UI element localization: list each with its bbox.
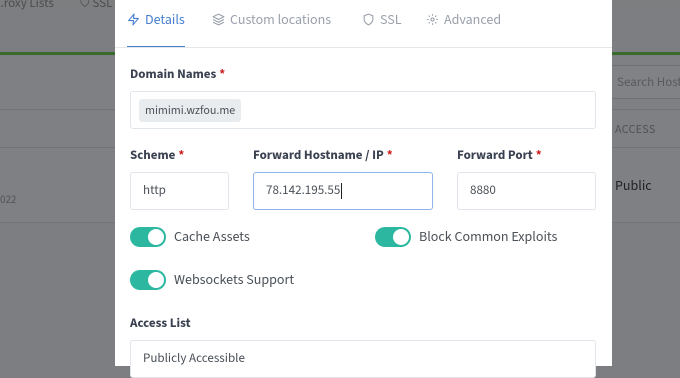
forward-port-label: Forward Port * [457,147,542,165]
domain-names-input[interactable]: mimimi.wzfou.me [130,91,596,129]
websockets-label: Websockets Support [174,270,295,290]
bg-nav-ssl: ⛉ SSL [80,0,112,13]
block-exploits-switch[interactable] [375,227,411,247]
background-access-header: ACCESS [615,121,656,138]
forward-hostname-input[interactable]: 78.142.195.55 [253,172,433,210]
forward-port-input[interactable]: 8880 [457,172,596,210]
domain-names-label: Domain Names * [130,66,226,84]
scheme-select[interactable]: http [130,172,229,210]
cache-assets-toggle[interactable]: Cache Assets [130,227,250,247]
cache-assets-label: Cache Assets [174,227,250,247]
background-public-cell: Public [615,176,652,196]
forward-hostname-label: Forward Hostname / IP * [253,147,393,165]
access-list-select[interactable]: Publicly Accessible [130,340,596,378]
background-search-input: Search Host [610,65,680,99]
background-date-cell: 022 [0,193,17,208]
block-exploits-label: Block Common Exploits [419,227,558,247]
tab-ssl-label: SSL [380,10,402,30]
access-list-label: Access List [130,315,191,333]
bg-nav-proxy-lists: ...roxy Lists [0,0,54,13]
shield-icon: ⛉ [80,0,90,13]
modal-tabs: Details Custom locations SSL Advanced [115,0,612,48]
websockets-switch[interactable] [130,270,166,290]
cache-assets-switch[interactable] [130,227,166,247]
websockets-toggle[interactable]: Websockets Support [130,270,294,290]
gear-icon [427,14,438,25]
edit-proxy-host-modal: Details Custom locations SSL Advanced Do… [115,0,612,378]
tab-details[interactable]: Details [127,10,185,47]
tab-advanced[interactable]: Advanced [426,10,501,46]
scheme-label: Scheme * [130,147,185,165]
lightning-icon [128,13,139,26]
tab-ssl[interactable]: SSL [362,10,402,46]
tab-details-label: Details [145,10,185,30]
tab-custom-locations-label: Custom locations [230,10,332,30]
shield-icon [363,13,374,26]
tab-advanced-label: Advanced [444,10,502,30]
layers-icon [212,13,225,26]
block-exploits-toggle[interactable]: Block Common Exploits [375,227,557,247]
domain-chip[interactable]: mimimi.wzfou.me [139,98,242,122]
tab-custom-locations[interactable]: Custom locations [212,10,331,46]
